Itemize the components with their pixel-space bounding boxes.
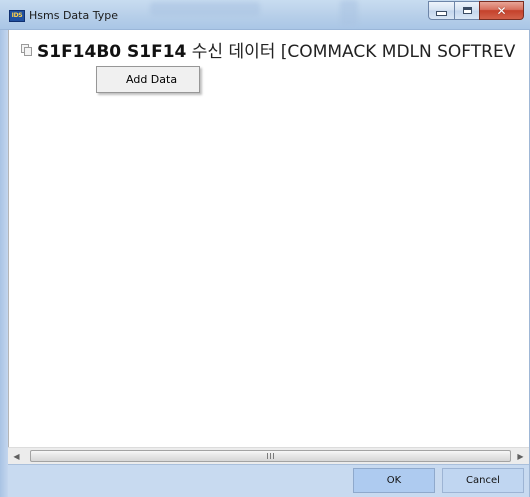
- cancel-button[interactable]: Cancel: [442, 468, 524, 493]
- context-menu: Add Data: [96, 66, 200, 93]
- title-bar-blur-2: [340, 0, 358, 26]
- scroll-left-button[interactable]: ◀: [8, 448, 25, 464]
- minimize-icon: [436, 11, 447, 16]
- maximize-button[interactable]: [454, 1, 480, 20]
- arrow-left-icon: ◀: [13, 451, 20, 461]
- tree-node-label: S1F14B0 S1F14 수신 데이터 [COMMACK MDLN SOFTR…: [37, 37, 515, 62]
- title-bar-blur: [150, 2, 260, 16]
- window-title: Hsms Data Type: [29, 9, 118, 22]
- menu-item-add-data[interactable]: Add Data: [99, 69, 197, 90]
- minimize-button[interactable]: [428, 1, 455, 20]
- document-icon: [21, 43, 32, 56]
- arrow-right-icon: ▶: [517, 451, 524, 461]
- scroll-right-button[interactable]: ▶: [512, 448, 529, 464]
- tree-node-description: 수신 데이터 [COMMACK MDLN SOFTREV: [191, 42, 516, 62]
- button-panel: OK Cancel: [8, 464, 529, 497]
- tree-node[interactable]: S1F14B0 S1F14 수신 데이터 [COMMACK MDLN SOFTR…: [21, 37, 515, 62]
- tree-view[interactable]: S1F14B0 S1F14 수신 데이터 [COMMACK MDLN SOFTR…: [8, 30, 529, 466]
- window-left-border: [0, 30, 8, 497]
- horizontal-scrollbar[interactable]: ◀ ▶: [8, 447, 529, 464]
- close-button[interactable]: ✕: [479, 1, 524, 20]
- caption-buttons: ✕: [428, 1, 524, 20]
- maximize-icon: [462, 7, 472, 14]
- grip-icon: [267, 453, 274, 459]
- title-bar[interactable]: IDS Hsms Data Type ✕: [0, 0, 530, 30]
- hsms-data-type-window: IDS Hsms Data Type ✕ S1F14B0 S1F14 수신 데이…: [0, 0, 530, 497]
- scrollbar-thumb[interactable]: [30, 450, 511, 462]
- ok-button[interactable]: OK: [353, 468, 435, 493]
- app-icon: IDS: [9, 10, 25, 22]
- close-icon: ✕: [496, 3, 507, 18]
- tree-node-id: S1F14B0 S1F14: [37, 42, 187, 62]
